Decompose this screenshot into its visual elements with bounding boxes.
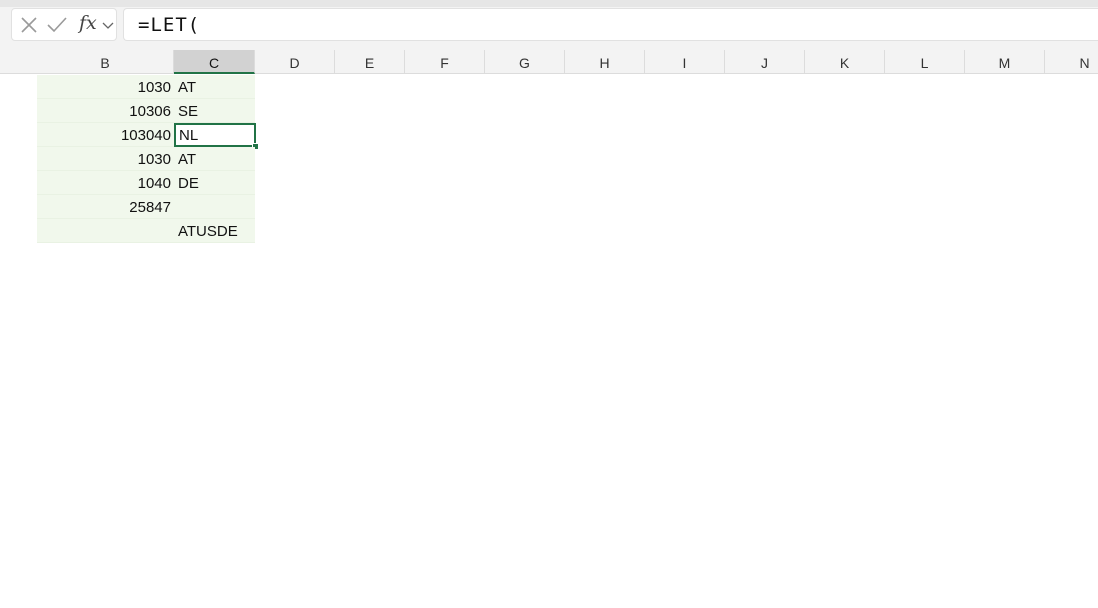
formula-text: =LET( [138,14,201,36]
column-header-d[interactable]: D [255,50,335,74]
cell-b[interactable]: 1040 [37,171,174,195]
column-header-g[interactable]: G [485,50,565,74]
cell-b[interactable]: 10306 [37,99,174,123]
worksheet-grid[interactable]: 1030 AT 10306 SE 103040 NL 1030 AT 1040 DE 25847 AT… [0,75,1098,608]
cell-c[interactable] [174,195,255,219]
cell-b[interactable] [37,219,174,243]
cell-c[interactable]: DE [174,171,255,195]
active-cell[interactable]: NL [174,123,256,147]
cell-b[interactable]: 103040 [37,123,174,147]
check-icon[interactable] [46,15,68,35]
column-header-l[interactable]: L [885,50,965,74]
cell-b[interactable]: 1030 [37,75,174,99]
insert-function-button[interactable]: fx [79,12,97,34]
formula-controls: fx [11,8,117,41]
column-header-c[interactable]: C [174,50,255,74]
cell-b[interactable]: 25847 [37,195,174,219]
cell-c[interactable]: AT [174,147,255,171]
x-icon[interactable] [19,15,39,35]
formula-input[interactable]: =LET( [123,8,1098,41]
column-header-k[interactable]: K [805,50,885,74]
formula-bar: fx =LET( [0,0,1098,50]
cell-c[interactable]: ATUSDE [174,219,255,243]
column-header-e[interactable]: E [335,50,405,74]
column-headers: BCDEFGHIJKLMN [0,50,1098,74]
chevron-down-icon[interactable] [102,22,114,30]
column-header-f[interactable]: F [405,50,485,74]
cell-b[interactable]: 1030 [37,147,174,171]
cell-c[interactable]: AT [174,75,255,99]
column-header-n[interactable]: N [1045,50,1098,74]
column-header-m[interactable]: M [965,50,1045,74]
cell-c[interactable]: SE [174,99,255,123]
column-header-h[interactable]: H [565,50,645,74]
column-header-i[interactable]: I [645,50,725,74]
column-header-b[interactable]: B [37,50,174,74]
column-header-j[interactable]: J [725,50,805,74]
